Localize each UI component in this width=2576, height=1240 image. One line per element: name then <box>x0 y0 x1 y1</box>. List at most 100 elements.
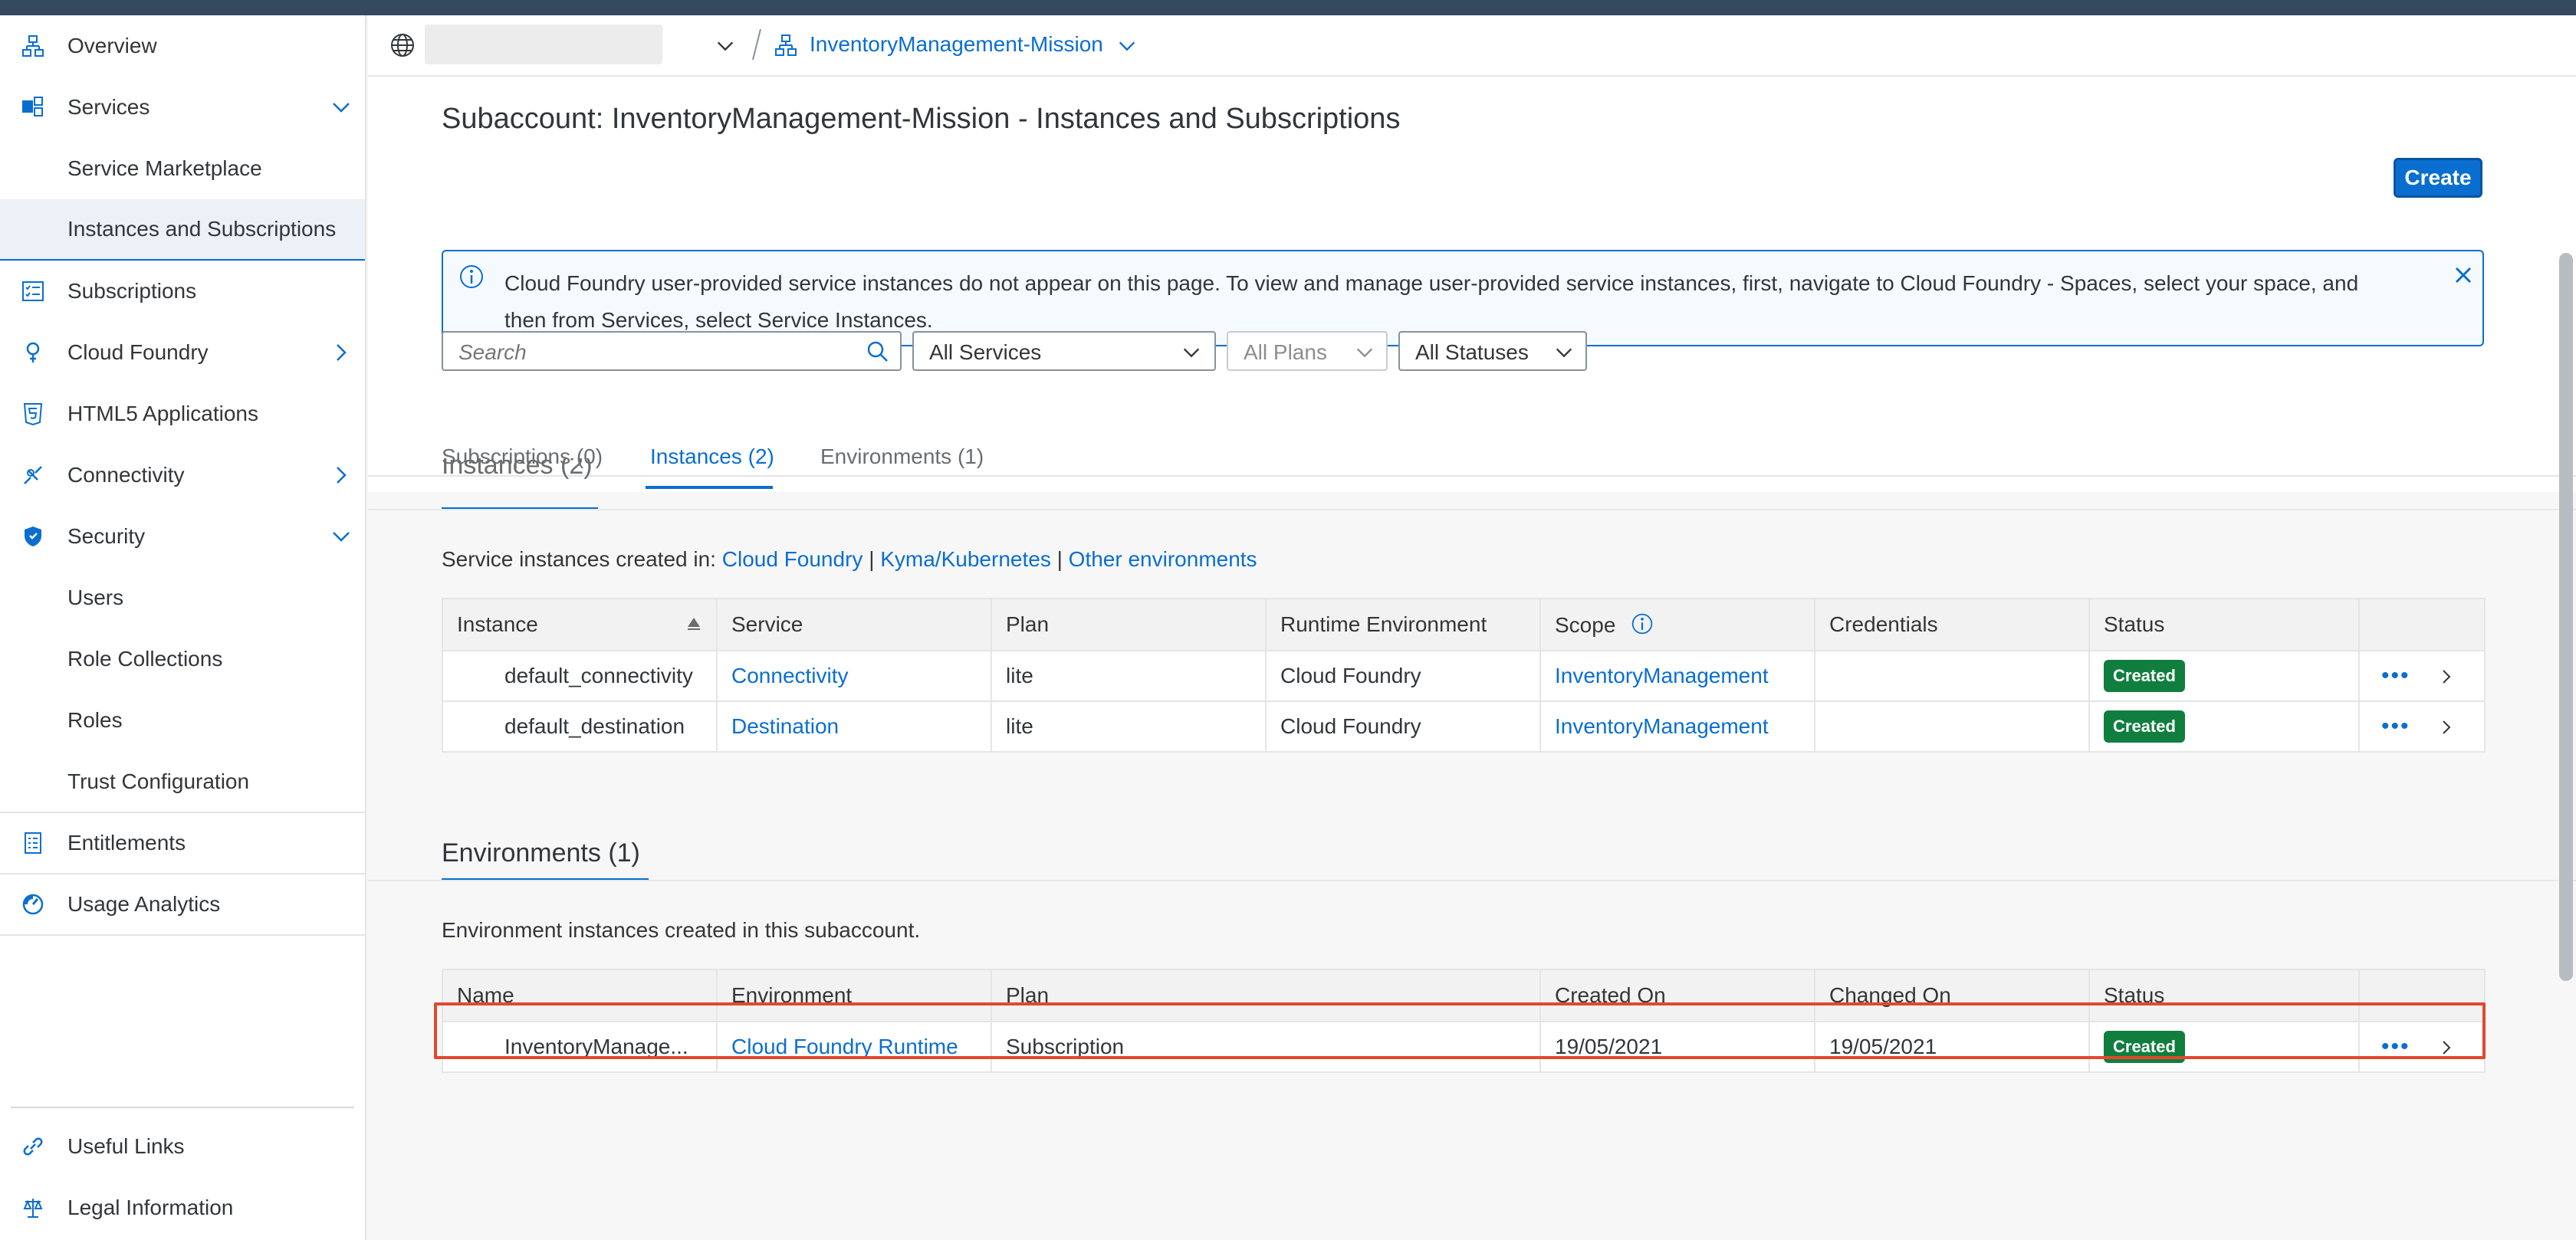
sidebar-item-trust-configuration[interactable]: Trust Configuration <box>0 751 365 812</box>
sidebar-item-connectivity[interactable]: Connectivity <box>0 444 365 506</box>
link-separator: | <box>869 547 875 571</box>
globe-icon[interactable] <box>389 32 416 58</box>
link-other-environments[interactable]: Other environments <box>1069 547 1257 571</box>
column-header-plan[interactable]: Plan <box>991 598 1267 651</box>
chevron-down-icon[interactable] <box>330 525 353 548</box>
sidebar-item-service-marketplace[interactable]: Service Marketplace <box>0 138 365 199</box>
column-header-name[interactable]: Name <box>442 969 718 1022</box>
instances-section-divider <box>368 509 2576 510</box>
sidebar-item-security[interactable]: Security <box>0 506 365 567</box>
column-header-instance[interactable]: Instance <box>442 598 718 651</box>
column-label: Scope <box>1555 612 1616 637</box>
sidebar-item-services[interactable]: Services <box>0 77 365 138</box>
sidebar-item-useful-links[interactable]: Useful Links <box>0 1116 365 1177</box>
cell-service: Connectivity <box>716 650 992 702</box>
connectivity-icon <box>20 462 46 488</box>
sidebar-item-subscriptions[interactable]: Subscriptions <box>0 261 365 322</box>
link-cloud-foundry[interactable]: Cloud Foundry <box>722 547 863 571</box>
sidebar-footer-divider <box>11 1107 354 1108</box>
table-row[interactable]: default_connectivity Connectivity lite C… <box>442 650 2486 702</box>
instances-section-title: Instances (2) <box>442 458 593 480</box>
create-button[interactable]: Create <box>2394 158 2482 198</box>
more-options-icon[interactable]: ••• <box>2381 713 2410 739</box>
header-divider <box>368 475 2576 477</box>
legal-scale-icon <box>20 1195 46 1221</box>
table-row[interactable]: default_destination Destination lite Clo… <box>442 700 2486 753</box>
chevron-right-icon[interactable] <box>330 341 353 364</box>
sidebar-item-label: Users <box>67 586 124 609</box>
breadcrumb: InventoryManagement-Mission <box>368 15 2576 77</box>
chevron-down-icon[interactable] <box>715 35 736 57</box>
cell-plan: Subscription <box>991 1021 1541 1073</box>
column-header-actions <box>2358 598 2486 651</box>
column-header-runtime-environment[interactable]: Runtime Environment <box>1265 598 1541 651</box>
page-header: Subaccount: InventoryManagement-Mission … <box>368 77 2576 492</box>
sidebar-item-users[interactable]: Users <box>0 567 365 628</box>
sidebar-item-label: Usage Analytics <box>67 892 221 916</box>
column-header-status[interactable]: Status <box>2088 969 2360 1022</box>
table-row[interactable]: InventoryManage... Cloud Foundry Runtime… <box>442 1021 2486 1073</box>
link-kyma-kubernetes[interactable]: Kyma/Kubernetes <box>880 547 1051 571</box>
chevron-right-icon[interactable] <box>330 464 353 487</box>
scope-link[interactable]: InventoryManagement <box>1555 664 1769 687</box>
chevron-down-icon[interactable] <box>330 96 353 119</box>
column-header-created-on[interactable]: Created On <box>1539 969 1815 1022</box>
search-icon[interactable] <box>866 340 889 363</box>
plans-filter-select[interactable]: All Plans <box>1227 331 1388 371</box>
usage-analytics-icon <box>20 891 46 917</box>
column-header-changed-on[interactable]: Changed On <box>1814 969 2090 1022</box>
sidebar-item-label: Trust Configuration <box>67 769 250 793</box>
more-options-icon[interactable]: ••• <box>2381 663 2410 688</box>
sidebar-item-role-collections[interactable]: Role Collections <box>0 628 365 690</box>
scope-link[interactable]: InventoryManagement <box>1555 714 1769 738</box>
column-header-status[interactable]: Status <box>2088 598 2360 651</box>
chevron-right-icon[interactable] <box>2439 718 2454 736</box>
column-header-credentials[interactable]: Credentials <box>1814 598 2090 651</box>
chevron-right-icon[interactable] <box>2439 668 2454 686</box>
statuses-filter-select[interactable]: All Statuses <box>1398 331 1587 371</box>
breadcrumb-subaccount-link[interactable]: InventoryManagement-Mission <box>810 32 1103 57</box>
sidebar-item-html5-applications[interactable]: HTML5 Applications <box>0 383 365 444</box>
services-filter-select[interactable]: All Services <box>912 331 1216 371</box>
tab-environments[interactable]: Environments (1) <box>820 444 984 469</box>
cell-actions: ••• <box>2358 1021 2486 1073</box>
sidebar-item-legal-information[interactable]: Legal Information <box>0 1177 365 1238</box>
column-header-service[interactable]: Service <box>716 598 992 651</box>
cloud-foundry-icon <box>20 340 46 366</box>
vertical-scrollbar[interactable] <box>2559 253 2573 981</box>
services-filter-value: All Services <box>929 340 1042 364</box>
entitlements-icon <box>20 830 46 856</box>
close-icon[interactable] <box>2452 264 2475 287</box>
sidebar-item-entitlements[interactable]: Entitlements <box>0 812 365 874</box>
cell-plan: lite <box>991 700 1267 753</box>
sidebar-item-label: HTML5 Applications <box>67 402 259 425</box>
environment-link[interactable]: Cloud Foundry Runtime <box>731 1035 958 1058</box>
tab-instances[interactable]: Instances (2) <box>650 444 774 469</box>
column-header-plan[interactable]: Plan <box>991 969 1541 1022</box>
created-in-label: Service instances created in: <box>442 547 716 571</box>
sidebar-item-usage-analytics[interactable]: Usage Analytics <box>0 874 365 935</box>
global-account-selector[interactable] <box>425 25 662 64</box>
service-link[interactable]: Destination <box>731 714 839 738</box>
column-header-actions <box>2358 969 2486 1022</box>
hierarchy-icon <box>775 34 797 56</box>
chevron-down-icon[interactable] <box>1116 35 1138 57</box>
status-badge: Created <box>2104 1031 2185 1063</box>
table-header-row: Name Environment Plan Created On Changed… <box>442 969 2486 1022</box>
sidebar-item-instances-and-subscriptions[interactable]: Instances and Subscriptions <box>0 199 365 261</box>
column-header-scope[interactable]: Scope <box>1539 598 1815 651</box>
sort-icon[interactable] <box>685 615 702 632</box>
sidebar-item-cloud-foundry[interactable]: Cloud Foundry <box>0 322 365 383</box>
column-label: Instance <box>457 612 538 636</box>
more-options-icon[interactable]: ••• <box>2381 1034 2410 1059</box>
service-link[interactable]: Connectivity <box>731 664 849 687</box>
chevron-right-icon[interactable] <box>2439 1038 2454 1057</box>
security-shield-icon <box>20 523 46 549</box>
info-icon[interactable] <box>1631 612 1654 635</box>
sidebar-item-roles[interactable]: Roles <box>0 690 365 751</box>
search-input[interactable]: Search <box>442 331 902 371</box>
statuses-filter-value: All Statuses <box>1415 340 1529 364</box>
column-header-environment[interactable]: Environment <box>716 969 992 1022</box>
sidebar-item-overview[interactable]: Overview <box>0 15 365 77</box>
cell-plan: lite <box>991 650 1267 702</box>
